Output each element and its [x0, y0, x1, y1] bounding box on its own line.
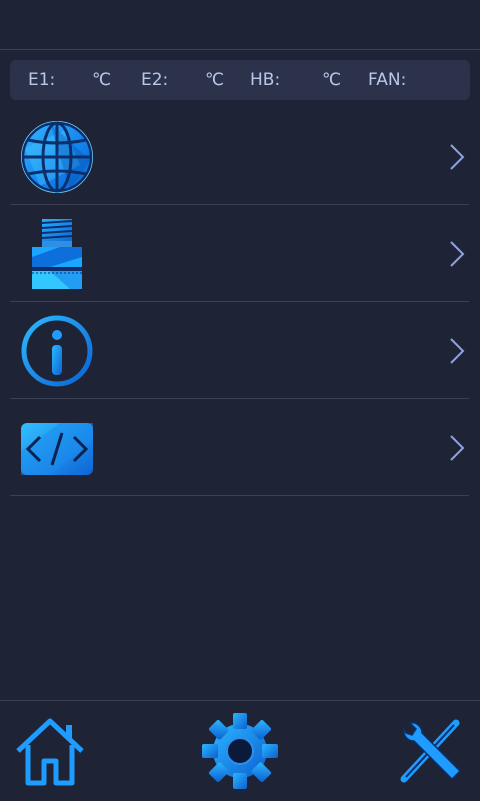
menu-item-language[interactable] [10, 108, 469, 205]
menu-item-filament[interactable] [10, 205, 469, 302]
chevron-right-icon [449, 435, 465, 461]
filament-spool-icon [20, 217, 94, 291]
info-icon [20, 314, 94, 388]
menu-item-firmware[interactable] [10, 399, 469, 496]
e1-unit: ℃ [92, 70, 112, 90]
globe-icon [20, 120, 94, 194]
chevron-right-icon [449, 338, 465, 364]
bottom-navigation [0, 700, 480, 801]
e2-unit: ℃ [205, 70, 225, 90]
fan-label: FAN: [368, 70, 407, 90]
temperature-status-bar: E1: ℃ E2: ℃ HB: ℃ FAN: [10, 60, 470, 100]
home-button[interactable] [14, 715, 86, 787]
settings-button[interactable] [200, 711, 280, 791]
gear-icon [202, 713, 278, 789]
code-icon [20, 411, 94, 485]
hb-label: HB: [250, 70, 281, 90]
chevron-right-icon [449, 144, 465, 170]
tools-icon [400, 719, 462, 783]
tools-button[interactable] [394, 715, 466, 787]
home-icon [16, 718, 84, 786]
hb-unit: ℃ [322, 70, 342, 90]
e2-label: E2: [141, 70, 169, 90]
e1-label: E1: [28, 70, 56, 90]
chevron-right-icon [449, 241, 465, 267]
menu-item-about[interactable] [10, 302, 469, 399]
title-bar [0, 0, 480, 50]
